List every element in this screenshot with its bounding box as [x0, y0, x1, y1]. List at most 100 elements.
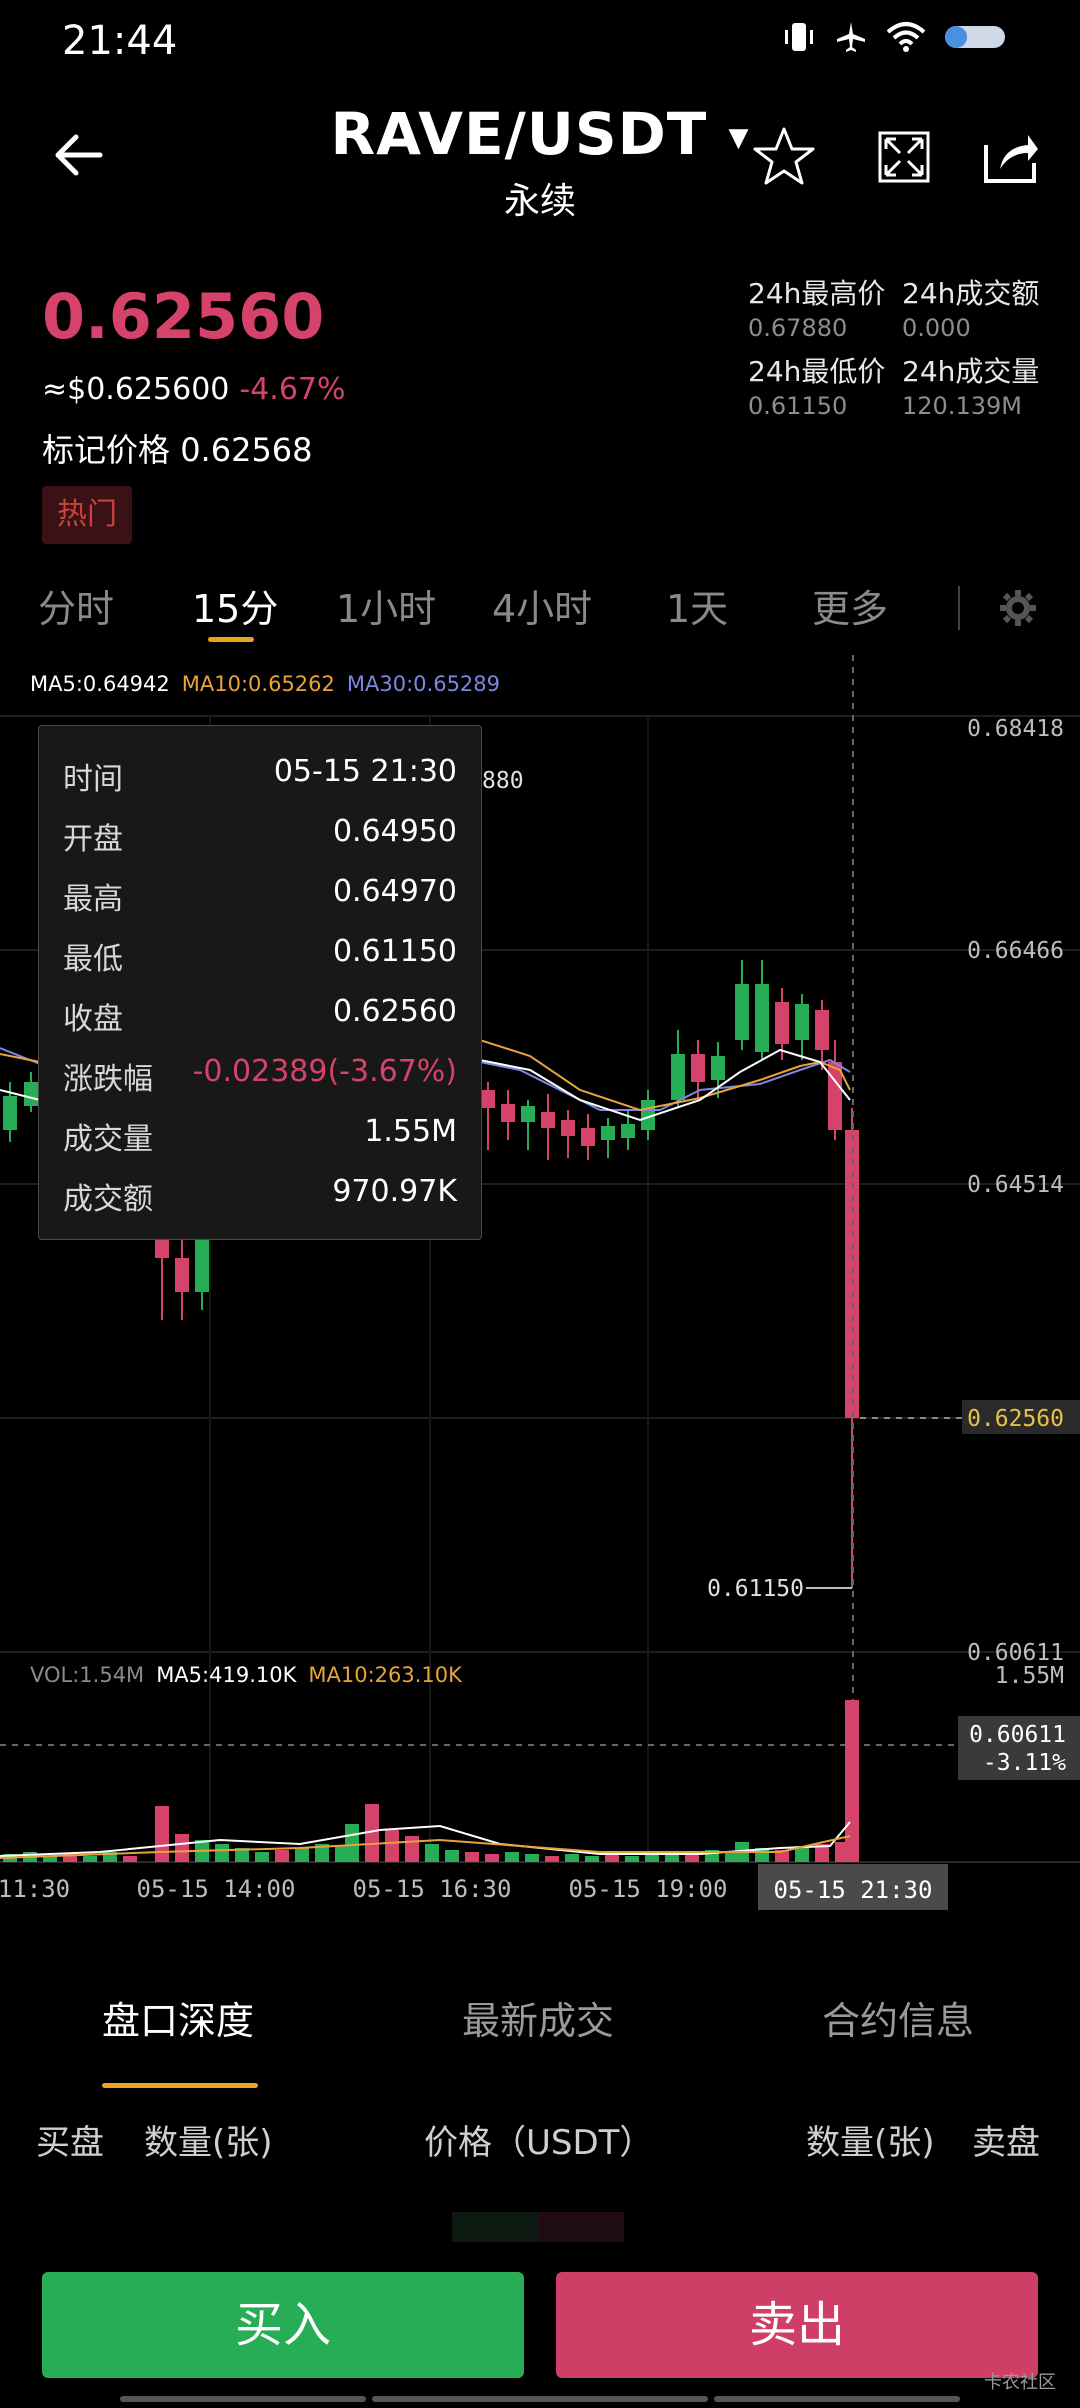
candle-body-17 [735, 984, 749, 1040]
volume-bar-34 [685, 1854, 699, 1862]
candle-body-14 [671, 1054, 685, 1100]
volume-bar-10 [215, 1844, 229, 1862]
volume-axis-top: 1.55M [995, 1663, 1064, 1689]
price-header: 价格（USDT） [424, 2123, 654, 2163]
price-axis-label-2: 0.64514 [967, 1172, 1064, 1198]
tab-more[interactable]: 更多 [812, 578, 888, 633]
tooltip-row-low: 最低 0.61150 [63, 934, 457, 977]
dropdown-caret-icon: ▼ [728, 122, 750, 153]
volume-bar-8 [175, 1834, 189, 1862]
sell-button[interactable]: 卖出 [556, 2272, 1038, 2378]
candle-tooltip: 时间 05-15 21:30 开盘 0.64950 最高 0.64970 最低 0.61… [38, 725, 482, 1240]
stat-label-low: 24h最低价 [748, 355, 886, 388]
tab-latest-trades[interactable]: 最新成交 [462, 1990, 614, 2045]
volume-bar-31 [625, 1856, 639, 1862]
active-tab-indicator [208, 637, 254, 642]
tab-timeline[interactable]: 分时 [38, 578, 114, 633]
share-icon[interactable] [978, 125, 1042, 189]
sell-side-header: 卖盘 [972, 2123, 1040, 2163]
volume-bar-6 [123, 1856, 137, 1862]
vol-ma10-legend: MA10:263.10K [308, 1663, 462, 1687]
volume-legend: VOL:1.54M MA5:419.10K MA10:263.10K [30, 1663, 474, 1687]
volume-bar-12 [255, 1852, 269, 1862]
depth-bar-sell [538, 2212, 624, 2242]
volume-bar-32 [645, 1854, 659, 1862]
tooltip-row-change: 涨跌幅 -0.02389(-3.67%) [63, 1054, 457, 1097]
volume-bar-23 [465, 1852, 479, 1862]
volume-bar-19 [385, 1830, 399, 1862]
candle-body-0 [3, 1096, 17, 1130]
tooltip-row-open: 开盘 0.64950 [63, 814, 457, 857]
candle-body-4 [195, 1238, 209, 1292]
usd-price: ≈$0.625600 [42, 372, 230, 407]
price-axis-label-0: 0.68418 [967, 716, 1064, 742]
chart-settings-gear-icon[interactable] [998, 588, 1038, 628]
candle-body-11 [601, 1126, 615, 1140]
volume-bar-43 [845, 1700, 859, 1862]
cursor-time-label: 05-15 21:30 [774, 1876, 933, 1904]
stat-value-turnover: 0.000 [902, 314, 971, 342]
volume-bar-27 [545, 1856, 559, 1862]
tab-divider [958, 586, 960, 630]
pair-name: RAVE/USDT [330, 100, 708, 168]
buy-button[interactable]: 买入 [42, 2272, 524, 2378]
volume-bar-28 [565, 1854, 579, 1862]
favorite-star-icon[interactable] [752, 125, 816, 189]
ma10-legend: MA10:0.65262 [181, 672, 335, 696]
volume-bar-4 [83, 1856, 97, 1862]
candle-body-15 [691, 1054, 705, 1082]
status-icons [782, 20, 1010, 54]
tab-contract-info[interactable]: 合约信息 [822, 1990, 974, 2045]
candle-body-6 [501, 1104, 515, 1122]
volume-bar-25 [505, 1852, 519, 1862]
hot-badge: 热门 [42, 486, 132, 544]
tab-15m[interactable]: 15分 [192, 578, 278, 633]
time-axis-label-3: 05-15 19:00 [569, 1875, 728, 1903]
time-axis-label-2: 05-15 16:30 [353, 1875, 512, 1903]
candle-body-21 [815, 1010, 829, 1050]
candle-body-18 [755, 984, 769, 1052]
stat-label-turnover: 24h成交额 [902, 277, 1040, 310]
stat-value-volume: 120.139M [902, 392, 1022, 420]
stat-value-high: 0.67880 [748, 314, 848, 342]
tab-4h[interactable]: 4小时 [492, 578, 592, 633]
home-indicator-right [714, 2396, 960, 2402]
candle-body-10 [581, 1128, 595, 1146]
active-bottom-tab-indicator [102, 2083, 258, 2088]
candle-body-1 [24, 1082, 38, 1106]
tab-order-depth[interactable]: 盘口深度 [102, 1990, 254, 2045]
mark-price: 0.62568 [180, 431, 313, 469]
price-axis-label-1: 0.66466 [967, 938, 1064, 964]
airplane-icon [837, 22, 865, 52]
tab-1h[interactable]: 1小时 [336, 578, 436, 633]
wifi-icon [886, 22, 926, 52]
tooltip-row-close: 收盘 0.62560 [63, 994, 457, 1037]
low-price-marker: 0.61150 [707, 1576, 804, 1602]
depth-bar-buy [452, 2212, 538, 2242]
stat-label-high: 24h最高价 [748, 277, 886, 310]
tooltip-row-time: 时间 05-15 21:30 [63, 754, 457, 797]
cursor-price-label: 0.60611 [969, 1722, 1066, 1748]
status-time: 21:44 [62, 18, 178, 64]
last-price: 0.62560 [42, 280, 325, 353]
home-indicator-center [372, 2396, 708, 2402]
candle-body-16 [711, 1056, 725, 1080]
ma30-legend: MA30:0.65289 [346, 672, 501, 696]
ma5-legend: MA5:0.64942 [30, 672, 170, 696]
volume-bar-24 [485, 1854, 499, 1862]
candle-body-12 [621, 1124, 635, 1138]
candle-body-8 [541, 1112, 555, 1128]
volume-bar-22 [445, 1850, 459, 1862]
candle-body-3 [175, 1258, 189, 1292]
volume-bar-17 [345, 1824, 359, 1862]
fullscreen-icon[interactable] [872, 125, 936, 189]
candle-body-7 [521, 1106, 535, 1122]
stat-label-volume: 24h成交量 [902, 355, 1040, 388]
stat-value-low: 0.61150 [748, 392, 848, 420]
time-axis-label-0: 11:30 [0, 1875, 70, 1903]
vibrate-icon [785, 23, 813, 51]
volume-bar-7 [155, 1806, 169, 1862]
tab-1d[interactable]: 1天 [666, 578, 728, 633]
time-axis-label-1: 05-15 14:00 [137, 1875, 296, 1903]
sell-qty-header: 数量(张) [806, 2123, 935, 2163]
